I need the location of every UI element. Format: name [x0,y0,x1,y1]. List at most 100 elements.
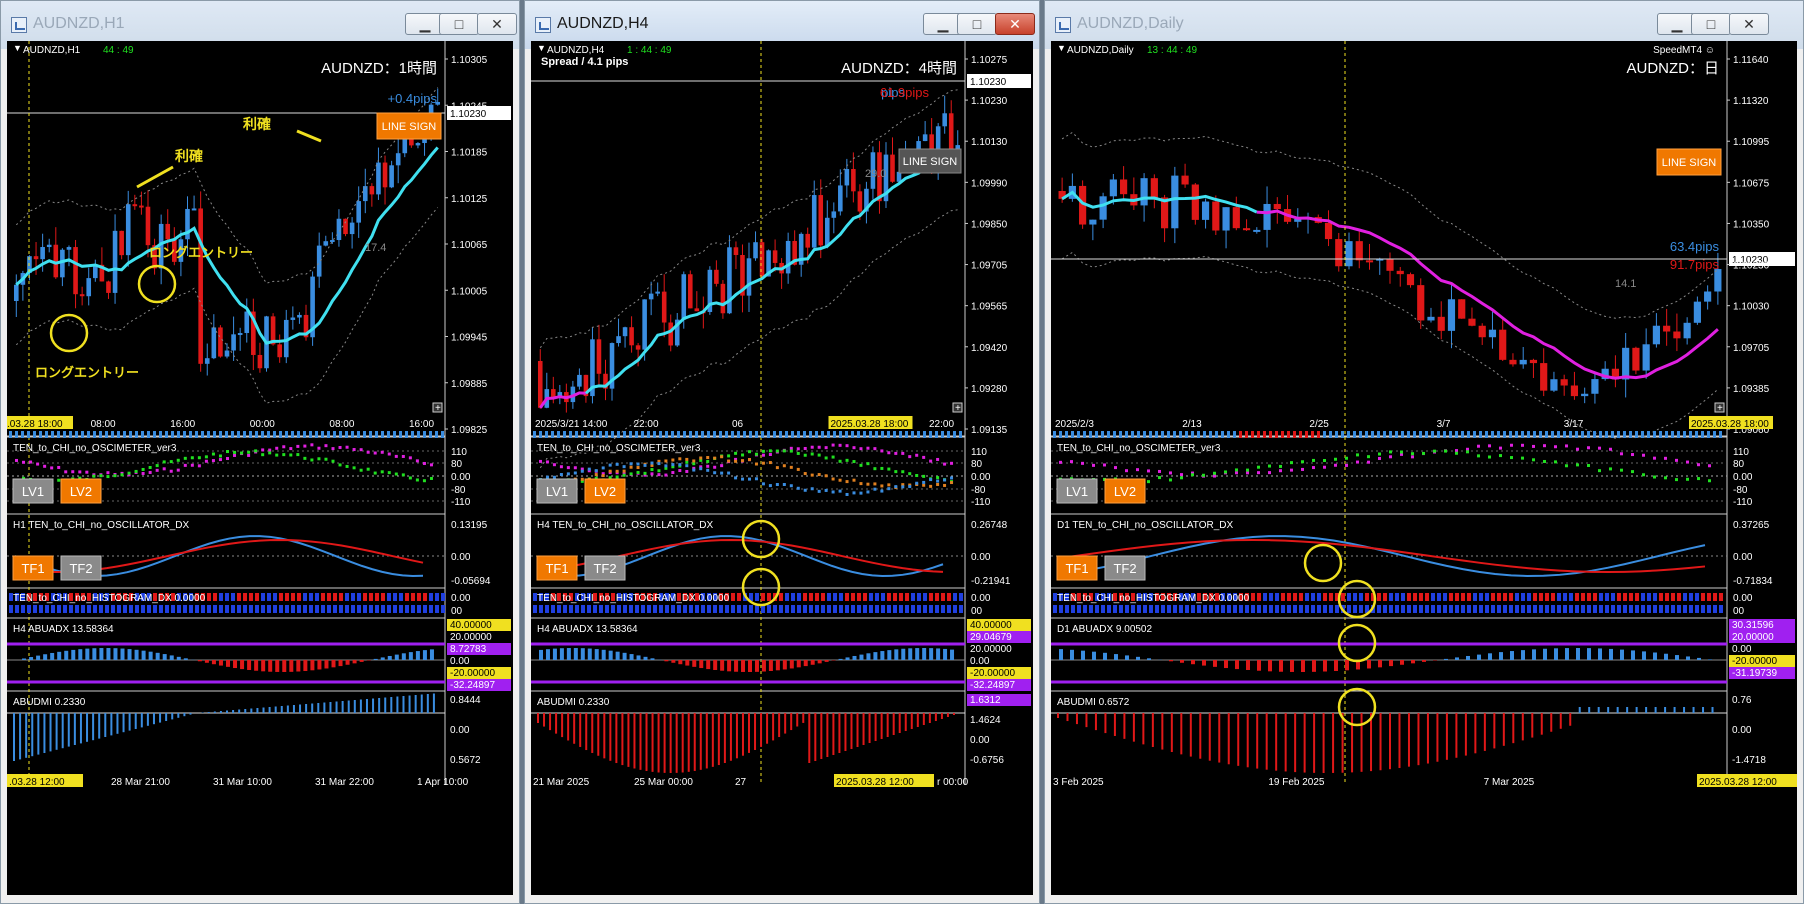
strength-bar [69,431,72,438]
chart-area[interactable]: ▼ AUDNZD,H1 44 : 49 AUDNZD：1時間 1.10230 1.1030… [7,41,513,895]
price-axis-label: 1.09420 [971,343,1008,354]
strength-bar [1671,431,1674,438]
oscimeter-dot [1609,467,1612,471]
histogram-cell [833,605,837,613]
oscimeter-dot [817,473,821,477]
maximize-button[interactable]: □ [439,13,479,35]
oscimeter-dot [824,456,828,460]
histogram-cell [1287,593,1291,601]
histogram-cell [797,593,801,601]
oscimeter-dot [727,459,731,463]
dmi-bar [543,713,546,727]
histogram-cell [243,593,247,601]
histogram-cell [1125,605,1129,613]
chart-canvas[interactable]: ▼ AUDNZD,H1 44 : 49AUDNZD：1時間1.102301.1030… [7,41,513,895]
histogram-cell [417,605,421,613]
chart-window-h4[interactable]: AUDNZD,H4 ▁ □ ✕ ▼ AUDNZD,H4 1 : 44 : 49 Spr… [524,0,1040,904]
strength-bar [1251,431,1254,438]
histogram-cell [1503,605,1507,613]
histogram-cell [1671,605,1675,613]
adx-bar [134,649,139,660]
close-button[interactable]: ✕ [477,13,517,35]
dmi-axis-label: -0.6756 [970,755,1004,766]
oscimeter-dot [922,455,926,459]
adx-bar [852,655,857,660]
histogram-cell [249,593,253,601]
dmi-bar [347,700,350,713]
oscimeter-dot [622,469,626,473]
adx-bar [36,655,41,660]
strength-bar [569,431,572,438]
oscimeter-dot [1587,464,1590,468]
price-axis-label: 1.09850 [971,219,1008,230]
maximize-button[interactable]: □ [1691,13,1731,35]
adx-bar [943,648,948,660]
strength-bar [899,431,902,438]
histogram-cell [141,605,145,613]
chart-canvas[interactable]: ▼ AUDNZD,H4 1 : 44 : 49Spread / 4.1 pips AU… [531,41,1033,895]
histogram-cell [261,593,265,601]
candle-body [211,327,217,359]
dmi-bar [274,706,277,713]
strength-bar [1101,431,1104,438]
histogram-cell [357,593,361,601]
adx-bar [359,660,364,662]
candle-body [198,208,203,364]
chart-area[interactable]: ▼ AUDNZD,H4 1 : 44 : 49 Spread / 4.1 pips AU… [531,41,1033,895]
dmi-bar [1474,713,1477,754]
oscimeter-dot [754,477,758,481]
strength-bar [1323,431,1326,438]
strength-bar [141,431,144,438]
adx-bar [594,649,599,660]
candle-body [857,191,863,212]
adx-bar [106,648,111,660]
dmi-bar [1199,713,1202,759]
candle-body [1704,291,1712,302]
candle-body [720,283,726,314]
histogram-cell [1569,593,1573,601]
strength-bar [743,431,746,438]
adx-bar [838,658,843,660]
histogram-cell [1653,605,1657,613]
strength-bar [863,431,866,438]
oscimeter-dot [678,457,682,461]
histogram-cell [1335,605,1339,613]
pips-up-label: +0.4pips [387,91,437,106]
dmi-bar [86,713,89,742]
dmi-bar [874,713,877,741]
chart-area[interactable]: ▼ AUDNZD,Daily 13 : 44 : 49 SpeedMT4 ☺ AUDNZ… [1051,41,1797,895]
strength-bar [635,431,638,438]
close-button[interactable]: ✕ [995,13,1035,35]
chart-canvas[interactable]: ▼ AUDNZD,Daily 13 : 44 : 49 SpeedMT4 ☺AUDNZ… [1051,41,1797,895]
strength-bar [725,431,728,438]
histogram-cell [545,605,549,613]
dmi-bar [1180,713,1183,755]
strength-bar [1299,431,1302,438]
lv1-label: LV1 [546,484,568,499]
strength-bar [1125,431,1128,438]
maximize-button[interactable]: □ [957,13,997,35]
price-axis-label: 1.10995 [1733,137,1770,148]
histogram-cell [429,605,433,613]
oscimeter-dot [162,467,166,471]
oscimeter-dot [1213,474,1216,478]
adx-bar [331,660,336,668]
close-button[interactable]: ✕ [1729,13,1769,35]
oscimeter-dot [1499,454,1502,458]
dmi-bar [152,713,155,725]
adx-bar [539,649,543,660]
window-title: AUDNZD,H4 [557,15,649,32]
histogram-cell [911,593,915,601]
histogram-cell [731,605,735,613]
oscimeter-dot [594,473,598,477]
histogram-cell [297,593,301,601]
histogram-cell [755,605,759,613]
strength-bar [1407,431,1410,438]
strength-bar [75,431,78,438]
strength-bar [1377,431,1380,438]
chart-window-daily[interactable]: AUDNZD,Daily ▁ □ ✕ ▼ AUDNZD,Daily 13 : 44 … [1044,0,1804,904]
adx-bar [1499,652,1503,660]
oscimeter-dot [936,479,940,483]
chart-window-h1[interactable]: AUDNZD,H1 ▁ □ ✕ ▼ AUDNZD,H1 44 : 49 AUDNZD：… [0,0,520,904]
histogram-cell [1443,593,1447,601]
